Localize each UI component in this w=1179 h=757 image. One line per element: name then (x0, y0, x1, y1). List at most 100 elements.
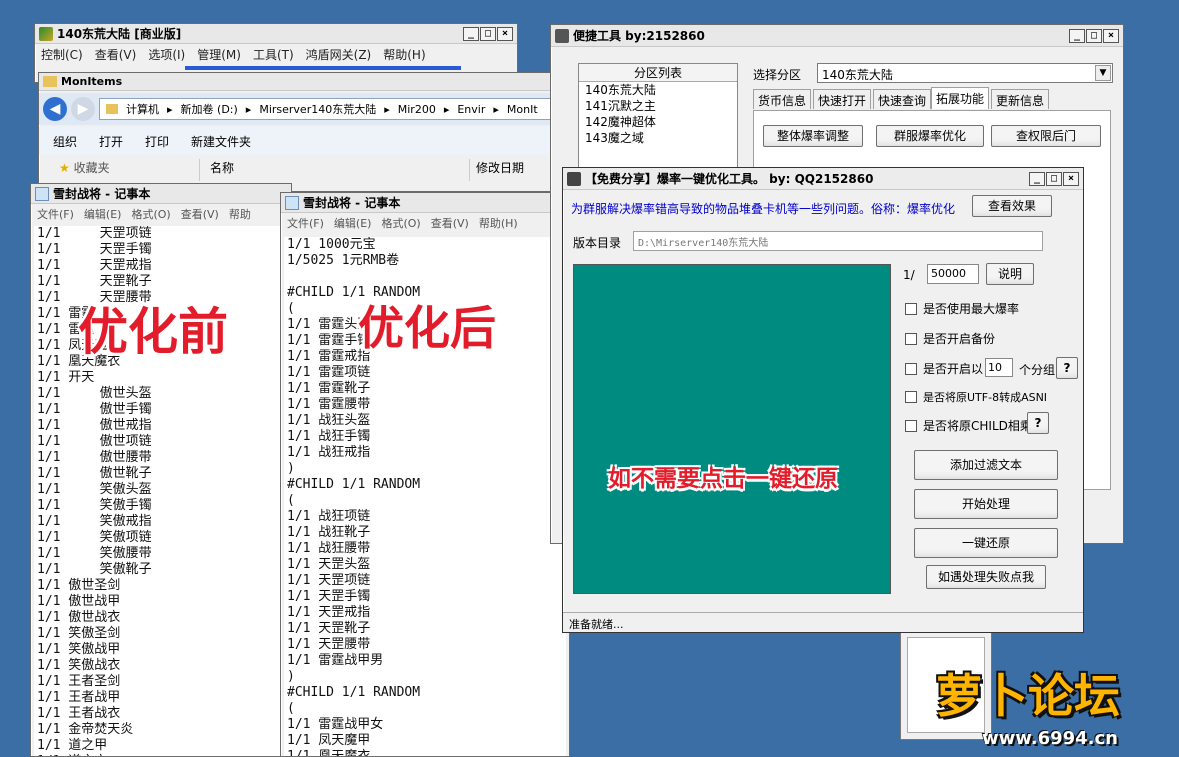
menu-help[interactable]: 帮助 (229, 206, 251, 222)
backup-checkbox[interactable]: 是否开启备份 (905, 330, 995, 347)
column-name[interactable]: 名称 (199, 159, 469, 181)
one-click-restore-button[interactable]: 一键还原 (914, 528, 1058, 558)
back-arrow-icon[interactable]: ◀ (43, 97, 67, 121)
text-line: 1/1 傲世手镯 (37, 402, 152, 417)
tab-extensions[interactable]: 拓展功能 (931, 87, 990, 109)
server-window-title: 140东荒大陆 [商业版] (57, 27, 182, 41)
overlay-after-label: 优化后 (358, 301, 496, 355)
preview-pane (573, 264, 891, 594)
group-suffix: 个分组 (1019, 363, 1056, 377)
partition-select-value: 140东荒大陆 (822, 68, 893, 82)
minimize-button[interactable]: _ (1069, 28, 1085, 43)
partition-item[interactable]: 142魔神超体 (579, 114, 737, 130)
maximize-button[interactable]: □ (1046, 171, 1062, 186)
text-line: ( (287, 493, 295, 508)
crumb-envir[interactable]: Envir (457, 103, 485, 116)
max-drop-rate-checkbox[interactable]: 是否使用最大爆率 (905, 300, 1019, 317)
checkbox-box[interactable] (905, 332, 917, 345)
menu-manage[interactable]: 管理(M) (197, 46, 241, 63)
menu-format[interactable]: 格式(O) (131, 206, 170, 222)
menu-gateway[interactable]: 鸿盾网关(Z) (306, 46, 372, 63)
logo-text: 萝卜论坛 (936, 669, 1120, 723)
utf-convert-checkbox[interactable]: 是否将原UTF-8转成ASNI (905, 389, 1047, 405)
version-dir-value: D:\Mirserver140东荒大陆 (638, 238, 769, 249)
crumb-volume[interactable]: 新加卷 (D:) (181, 101, 238, 117)
group-checkbox[interactable]: 是否开启以 (905, 360, 983, 377)
menu-file[interactable]: 文件(F) (37, 206, 74, 222)
version-dir-input[interactable]: D:\Mirserver140东荒大陆 (633, 231, 1043, 251)
explain-button[interactable]: 说明 (986, 263, 1034, 285)
checkbox-box[interactable] (905, 419, 917, 432)
text-line: 1/1 笑傲头盔 (37, 482, 152, 497)
text-line: ( (287, 701, 295, 716)
status-text: 准备就绪... (569, 618, 624, 631)
address-bar[interactable]: 计算机 ▸ 新加卷 (D:) ▸ Mirserver140东荒大陆 ▸ Mir200 ▸… (99, 98, 557, 120)
menu-edit[interactable]: 编辑(E) (334, 215, 372, 231)
maximize-button[interactable]: □ (480, 26, 496, 41)
text-line: 1/1 雷霆战甲男 (287, 653, 384, 668)
partition-item[interactable]: 143魔之域 (579, 130, 737, 146)
tab-currency[interactable]: 货币信息 (753, 89, 812, 109)
crumb-sep-icon: ▸ (443, 102, 450, 116)
close-button[interactable]: × (1063, 171, 1079, 186)
child-multiply-checkbox[interactable]: 是否将原CHILD相乘 (905, 417, 1032, 434)
maximize-button[interactable]: □ (1086, 28, 1102, 43)
menu-view[interactable]: 查看(V) (431, 215, 469, 231)
tab-quick-query[interactable]: 快速查询 (873, 89, 932, 109)
help-icon: ? (1063, 361, 1071, 375)
logo-url: www.6994.cn (982, 728, 1118, 749)
partition-item[interactable]: 140东荒大陆 (579, 82, 737, 98)
partition-list-header: 分区列表 (579, 64, 737, 82)
check-backdoor-button[interactable]: 查权限后门 (991, 125, 1101, 147)
menu-tools[interactable]: 工具(T) (253, 46, 294, 63)
partition-item[interactable]: 141沉默之主 (579, 98, 737, 114)
organize-button[interactable]: 组织 (53, 133, 77, 150)
menu-options[interactable]: 选项(I) (148, 46, 185, 63)
favorites-link[interactable]: ★ 收藏夹 (39, 159, 199, 181)
text-line: 1/1 道之甲 (37, 738, 108, 753)
print-button[interactable]: 打印 (145, 133, 169, 150)
crumb-computer[interactable]: 计算机 (126, 101, 159, 117)
tab-quick-open[interactable]: 快速打开 (813, 89, 872, 109)
menu-edit[interactable]: 编辑(E) (84, 206, 122, 222)
checkbox-box[interactable] (905, 362, 917, 375)
partition-select[interactable]: 140东荒大陆 ▼ (817, 63, 1113, 83)
text-line: #CHILD 1/1 RANDOM (287, 685, 421, 700)
crumb-mirserver[interactable]: Mirserver140东荒大陆 (259, 101, 376, 117)
checkbox-box[interactable] (905, 302, 917, 315)
group-drop-rate-button[interactable]: 群服爆率优化 (876, 125, 984, 147)
text-line: 1/1 傲世头盔 (37, 386, 152, 401)
group-size-input[interactable]: 10 (985, 358, 1013, 377)
menu-help[interactable]: 帮助(H) (479, 215, 518, 231)
start-process-button[interactable]: 开始处理 (914, 489, 1058, 519)
view-effect-button[interactable]: 查看效果 (972, 195, 1052, 217)
crumb-mir200[interactable]: Mir200 (398, 103, 436, 116)
checkbox-box[interactable] (905, 391, 917, 403)
chevron-down-icon[interactable]: ▼ (1095, 65, 1111, 81)
child-help-button[interactable]: ? (1027, 412, 1049, 434)
add-filter-button[interactable]: 添加过滤文本 (914, 450, 1058, 480)
overall-drop-rate-button[interactable]: 整体爆率调整 (763, 125, 863, 147)
group-help-button[interactable]: ? (1056, 357, 1078, 379)
menu-file[interactable]: 文件(F) (287, 215, 324, 231)
minimize-button[interactable]: _ (1029, 171, 1045, 186)
forward-arrow-icon[interactable]: ▶ (71, 97, 95, 121)
failure-help-button[interactable]: 如遇处理失败点我 (926, 565, 1046, 589)
new-folder-button[interactable]: 新建文件夹 (191, 133, 251, 150)
ratio-input[interactable]: 50000 (927, 264, 979, 284)
notepad-before-titlebar: 雪封战将 - 记事本 (31, 184, 291, 204)
menu-format[interactable]: 格式(O) (381, 215, 420, 231)
tab-updates[interactable]: 更新信息 (991, 89, 1050, 109)
column-date[interactable]: 修改日期 (469, 159, 557, 181)
menu-help[interactable]: 帮助(H) (383, 46, 425, 63)
minimize-button[interactable]: _ (463, 26, 479, 41)
crumb-monitems[interactable]: MonIt (507, 103, 538, 116)
open-button[interactable]: 打开 (99, 133, 123, 150)
menu-view[interactable]: 查看(V) (95, 46, 137, 63)
menu-control[interactable]: 控制(C) (41, 46, 83, 63)
text-line: 1/1 战狂手镯 (287, 429, 371, 444)
menu-view[interactable]: 查看(V) (181, 206, 219, 222)
close-button[interactable]: × (497, 26, 513, 41)
text-line: 1/1 王者圣剑 (37, 674, 121, 689)
close-button[interactable]: × (1103, 28, 1119, 43)
